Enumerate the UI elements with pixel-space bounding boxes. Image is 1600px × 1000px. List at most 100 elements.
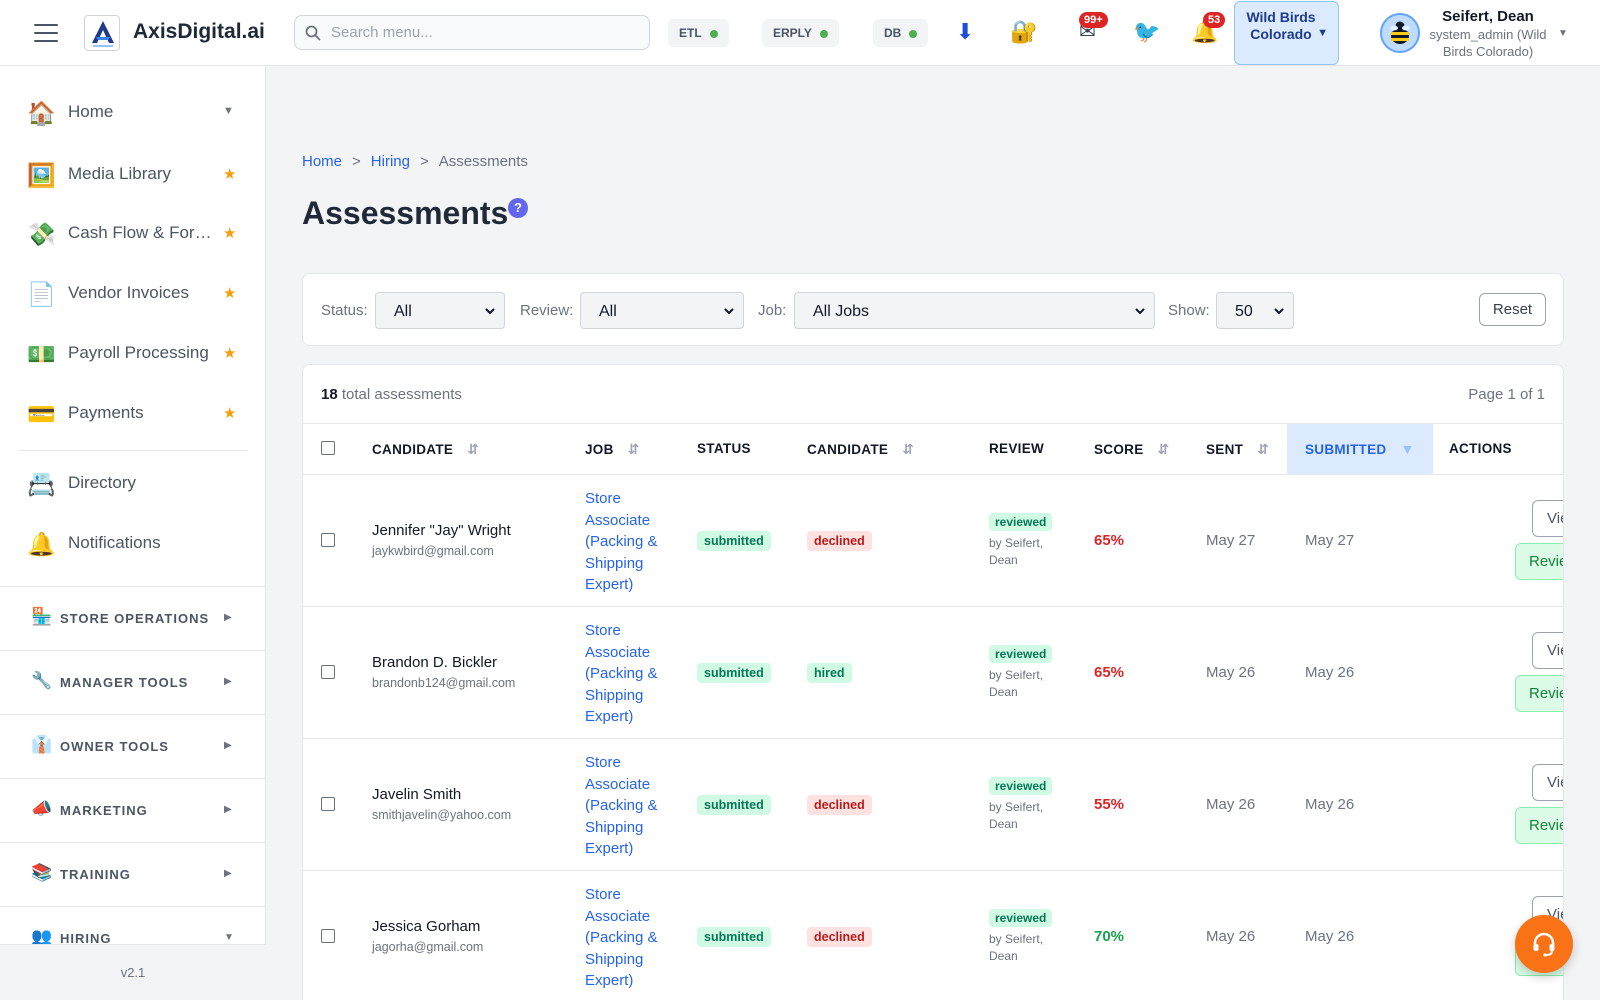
sidebar-item-label: Media Library — [68, 164, 171, 183]
status-dot-icon — [819, 30, 828, 38]
sidebar-section-label: STORE OPERATIONS — [60, 611, 210, 626]
review-badge: reviewed — [989, 777, 1053, 795]
sort-icon: ⇵ — [627, 441, 640, 457]
logo-mark-icon — [92, 21, 114, 47]
sidebar-item-media-library[interactable]: 🖼️ Media Library ★ — [0, 150, 265, 200]
star-icon[interactable]: ★ — [223, 284, 236, 302]
column-header-candidate[interactable]: CANDIDATE ⇵ — [372, 424, 479, 474]
status-filter-select[interactable]: All — [375, 292, 505, 329]
help-icon[interactable]: ? — [508, 198, 528, 218]
support-chat-button[interactable] — [1515, 915, 1573, 973]
house-icon: 🏠 — [27, 100, 56, 126]
sidebar-section-owner-tools[interactable]: 👔 OWNER TOOLS ▶ — [0, 714, 265, 778]
row-checkbox[interactable] — [321, 665, 335, 679]
total-count: 18 total assessments — [321, 386, 462, 403]
column-header-sent[interactable]: SENT ⇵ — [1206, 424, 1269, 474]
column-header-submitted[interactable]: SUBMITTED ▼ — [1287, 424, 1433, 474]
job-link[interactable]: Store Associate (Packing & Shipping Expe… — [585, 752, 675, 860]
review-by: by Seifert, Dean — [989, 800, 1044, 831]
sidebar-footer: v2.1 — [0, 944, 266, 1000]
sidebar-section-store-operations[interactable]: 🏪 STORE OPERATIONS ▶ — [0, 586, 265, 650]
sidebar-item-home[interactable]: 🏠 Home ▼ — [0, 88, 265, 138]
column-header-label: SENT — [1206, 442, 1244, 457]
logo — [84, 15, 120, 51]
candidate-email: smithjavelin@yahoo.com — [372, 808, 512, 822]
breadcrumb-separator: > — [352, 153, 361, 170]
notification-badge: 53 — [1203, 12, 1226, 28]
row-checkbox[interactable] — [321, 929, 335, 943]
column-header-job[interactable]: JOB ⇵ — [585, 424, 640, 474]
submitted-date: May 26 — [1305, 664, 1355, 681]
filter-bar: Status: All Review: All Job: All Jobs Sh… — [302, 273, 1564, 346]
row-checkbox[interactable] — [321, 797, 335, 811]
reset-button[interactable]: Reset — [1479, 293, 1546, 326]
hamburger-menu-icon[interactable] — [34, 24, 58, 42]
sort-desc-icon: ▼ — [1400, 441, 1415, 457]
submitted-date: May 26 — [1305, 928, 1355, 945]
sidebar-item-vendor-invoices[interactable]: 📄 Vendor Invoices ★ — [0, 269, 265, 319]
job-link[interactable]: Store Associate (Packing & Shipping Expe… — [585, 884, 675, 992]
lock-key-icon[interactable]: 🔐 — [1010, 18, 1037, 46]
view-button[interactable]: View — [1532, 632, 1563, 669]
star-icon[interactable]: ★ — [223, 224, 236, 242]
job-filter-value: All Jobs — [813, 303, 870, 320]
table-row: Jessica Gorham jagorha@gmail.com Store A… — [303, 871, 1563, 1000]
app-title: AxisDigital.ai — [133, 20, 265, 43]
star-icon[interactable]: ★ — [223, 404, 236, 422]
review-badge: reviewed — [989, 513, 1053, 531]
star-icon[interactable]: ★ — [223, 165, 236, 183]
sidebar-item-directory[interactable]: 📇 Directory — [0, 459, 265, 509]
page-info: Page 1 of 1 — [1468, 386, 1545, 403]
avatar[interactable] — [1380, 13, 1420, 53]
download-icon[interactable]: ⬇ — [956, 18, 974, 46]
star-icon[interactable]: ★ — [223, 344, 236, 362]
column-header-label: CANDIDATE — [372, 442, 454, 457]
twitter-icon[interactable]: 🐦 — [1133, 18, 1160, 46]
sidebar-section-label: TRAINING — [60, 867, 131, 882]
column-header-score[interactable]: SCORE ⇵ — [1094, 424, 1170, 474]
sidebar-section-manager-tools[interactable]: 🔧 MANAGER TOOLS ▶ — [0, 650, 265, 714]
organization-selector[interactable]: Wild Birds Colorado ▼ — [1234, 1, 1339, 65]
show-filter-label: Show: — [1168, 302, 1210, 319]
review-filter-select[interactable]: All — [580, 292, 744, 329]
row-checkbox[interactable] — [321, 533, 335, 547]
sidebar-item-payments[interactable]: 💳 Payments ★ — [0, 389, 265, 439]
user-menu-chevron-icon[interactable]: ▼ — [1558, 28, 1568, 39]
sidebar-section-training[interactable]: 📚 TRAINING ▶ — [0, 842, 265, 906]
job-link[interactable]: Store Associate (Packing & Shipping Expe… — [585, 620, 675, 728]
search-icon — [305, 25, 321, 41]
review-by: by Seifert, Dean — [989, 536, 1044, 567]
dollar-bill-icon: 💵 — [27, 341, 56, 367]
candidate-status-badge: hired — [807, 663, 852, 683]
candidate-status-badge: declined — [807, 927, 872, 947]
column-header-candidate-status[interactable]: CANDIDATE ⇵ — [807, 424, 914, 474]
sidebar-item-payroll-processing[interactable]: 💵 Payroll Processing ★ — [0, 329, 265, 379]
breadcrumb-home-link[interactable]: Home — [302, 153, 342, 170]
job-link[interactable]: Store Associate (Packing & Shipping Expe… — [585, 488, 675, 596]
search-input[interactable] — [331, 16, 641, 49]
chevron-down-icon: ▼ — [1317, 27, 1328, 39]
sidebar-item-label: Home — [68, 102, 114, 121]
select-all-checkbox[interactable] — [321, 441, 335, 455]
candidate-name: Jennifer "Jay" Wright — [372, 522, 511, 539]
erply-status-pill[interactable]: ERPLY — [762, 19, 839, 47]
review-button[interactable]: Review — [1515, 675, 1563, 712]
view-button[interactable]: View — [1532, 764, 1563, 801]
review-button[interactable]: Review — [1515, 807, 1563, 844]
review-button[interactable]: Review — [1515, 543, 1563, 580]
status-dot-icon — [709, 30, 718, 38]
view-button[interactable]: View — [1532, 500, 1563, 537]
total-count-number: 18 — [321, 386, 338, 403]
etl-status-pill[interactable]: ETL — [668, 19, 729, 47]
job-filter-select[interactable]: All Jobs — [794, 292, 1155, 329]
sidebar-item-cash-flow[interactable]: 💸 Cash Flow & Forecasting ★ — [0, 209, 265, 259]
column-header-status: STATUS — [697, 424, 751, 474]
search-box[interactable] — [294, 15, 650, 50]
db-status-pill[interactable]: DB — [873, 19, 929, 47]
sidebar-section-marketing[interactable]: 📣 MARKETING ▶ — [0, 778, 265, 842]
sidebar-item-notifications[interactable]: 🔔 Notifications — [0, 519, 265, 569]
review-by: by Seifert, Dean — [989, 668, 1044, 699]
show-per-page-select[interactable]: 50 — [1216, 292, 1294, 329]
submitted-date: May 26 — [1305, 796, 1355, 813]
breadcrumb-hiring-link[interactable]: Hiring — [371, 153, 410, 170]
